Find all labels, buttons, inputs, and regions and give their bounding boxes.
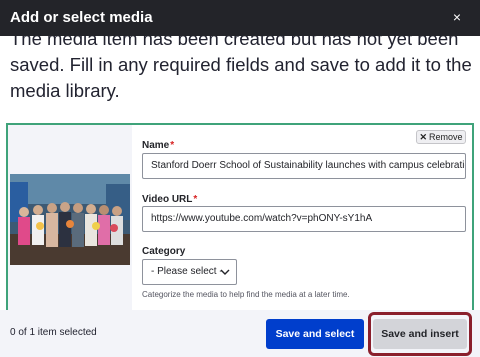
video-url-field[interactable]: https://www.youtube.com/watch?v=phONY-sY…: [142, 206, 466, 232]
dialog-footer: 0 of 1 item selected Save and select Sav…: [0, 310, 480, 357]
video-url-label-text: Video URL: [142, 194, 193, 205]
status-message-area: The media item has been created but has …: [0, 36, 480, 120]
close-icon[interactable]: ×: [448, 8, 466, 26]
name-label: Name*: [142, 140, 174, 151]
video-url-label: Video URL*: [142, 194, 197, 205]
status-message: The media item has been created but has …: [10, 36, 472, 101]
save-and-insert-button[interactable]: Save and insert: [373, 319, 467, 349]
save-and-select-button[interactable]: Save and select: [266, 319, 364, 349]
video-thumbnail: [10, 174, 130, 265]
category-label: Category: [142, 246, 186, 257]
name-label-text: Name: [142, 140, 170, 151]
required-marker: *: [170, 140, 175, 151]
remove-label: Remove: [429, 132, 463, 142]
chevron-down-icon: [220, 269, 230, 275]
category-select[interactable]: - Please select -: [142, 259, 237, 285]
required-marker: *: [193, 194, 198, 205]
thumbnail-panel: [8, 125, 132, 316]
dialog-title: Add or select media: [10, 9, 153, 26]
category-help-text: Categorize the media to help find the me…: [142, 290, 350, 299]
selected-count: 0 of 1 item selected: [10, 327, 97, 338]
dialog-titlebar: Add or select media ×: [0, 0, 480, 36]
category-selected-value: - Please select -: [151, 266, 223, 277]
name-field[interactable]: Stanford Doerr School of Sustainability …: [142, 153, 466, 179]
media-item-form: ✕ Remove Name* Stanford Doerr School of S…: [6, 123, 474, 318]
remove-button[interactable]: ✕ Remove: [416, 130, 466, 144]
x-icon: ✕: [419, 132, 428, 142]
